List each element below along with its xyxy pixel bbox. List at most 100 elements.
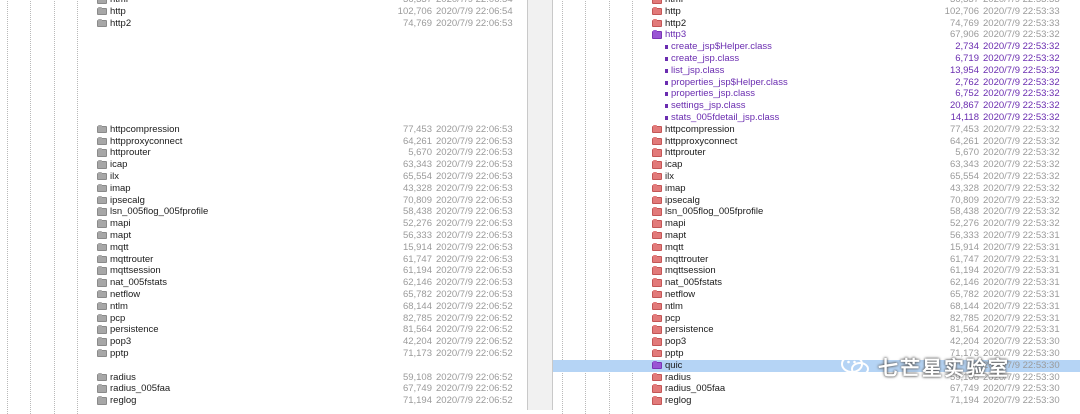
item-name: pptp xyxy=(110,347,129,359)
folder-row[interactable]: mqttsession 61,194 2020/7/9 22:53:31 xyxy=(553,265,1080,277)
folder-row[interactable]: httpproxyconnect 64,261 2020/7/9 22:53:32 xyxy=(553,136,1080,148)
folder-row[interactable]: radius_005faa 67,749 2020/7/9 22:53:30 xyxy=(553,383,1080,395)
folder-row[interactable]: httprouter 5,670 2020/7/9 22:53:32 xyxy=(553,147,1080,159)
item-size: 77,453 xyxy=(402,123,432,135)
folder-row[interactable]: radius_005faa 67,749 2020/7/9 22:06:52 xyxy=(0,383,527,395)
item-date: 2020/7/9 22:53:32 xyxy=(983,88,1060,100)
folder-row[interactable]: mqtt 15,914 2020/7/9 22:53:31 xyxy=(553,242,1080,254)
item-date: 2020/7/9 22:53:31 xyxy=(983,253,1060,265)
item-size: 59,108 xyxy=(402,371,432,383)
folder-row[interactable]: ipsecalg 70,809 2020/7/9 22:06:53 xyxy=(0,195,527,207)
folder-row[interactable]: pcp 82,785 2020/7/9 22:06:52 xyxy=(0,313,527,325)
folder-row[interactable]: mqtt 15,914 2020/7/9 22:06:53 xyxy=(0,242,527,254)
item-name: icap xyxy=(110,159,128,171)
item-date: 2020/7/9 22:06:53 xyxy=(436,253,513,265)
folder-icon xyxy=(97,348,107,358)
folder-row[interactable]: nat_005fstats 62,146 2020/7/9 22:06:53 xyxy=(0,277,527,289)
folder-row[interactable]: netflow 65,782 2020/7/9 22:06:53 xyxy=(0,289,527,301)
folder-row[interactable]: httpproxyconnect 64,261 2020/7/9 22:06:53 xyxy=(0,136,527,148)
folder-row[interactable]: persistence 81,564 2020/7/9 22:06:52 xyxy=(0,324,527,336)
pane-divider[interactable] xyxy=(527,0,553,410)
item-size: 42,204 xyxy=(949,336,979,348)
folder-row[interactable]: ipsecalg 70,809 2020/7/9 22:53:32 xyxy=(553,195,1080,207)
item-size: 43,328 xyxy=(402,182,432,194)
folder-row[interactable]: imap 43,328 2020/7/9 22:06:53 xyxy=(0,183,527,195)
folder-row[interactable]: pop3 42,204 2020/7/9 22:06:52 xyxy=(0,336,527,348)
item-size: 74,769 xyxy=(949,17,979,29)
folder-row[interactable]: http3 67,906 2020/7/9 22:53:32 xyxy=(553,29,1080,41)
folder-row[interactable]: icap 63,343 2020/7/9 22:06:53 xyxy=(0,159,527,171)
folder-row[interactable]: http2 74,769 2020/7/9 22:53:33 xyxy=(553,18,1080,30)
folder-row[interactable]: reglog 71,194 2020/7/9 22:53:30 xyxy=(553,395,1080,407)
file-row[interactable]: create_jsp.class 6,719 2020/7/9 22:53:32 xyxy=(553,53,1080,65)
folder-icon xyxy=(652,360,662,370)
file-row[interactable]: properties_jsp$Helper.class 2,762 2020/7/9… xyxy=(553,77,1080,89)
item-name: properties_jsp$Helper.class xyxy=(671,76,788,88)
empty-row xyxy=(0,88,527,100)
folder-row[interactable]: mqttrouter 61,747 2020/7/9 22:06:53 xyxy=(0,254,527,266)
folder-row[interactable]: http 102,706 2020/7/9 22:06:54 xyxy=(0,6,527,18)
folder-row[interactable]: httprouter 5,670 2020/7/9 22:06:53 xyxy=(0,147,527,159)
folder-row[interactable]: imap 43,328 2020/7/9 22:53:32 xyxy=(553,183,1080,195)
item-date: 2020/7/9 22:53:31 xyxy=(983,229,1060,241)
folder-row[interactable]: mapi 52,276 2020/7/9 22:06:53 xyxy=(0,218,527,230)
folder-row[interactable]: reglog 71,194 2020/7/9 22:06:52 xyxy=(0,395,527,407)
item-name: stats_005fdetail_jsp.class xyxy=(671,111,780,123)
folder-row[interactable]: mqttrouter 61,747 2020/7/9 22:53:31 xyxy=(553,254,1080,266)
folder-icon xyxy=(652,337,662,346)
item-name: lsn_005flog_005fprofile xyxy=(110,206,209,218)
folder-row[interactable]: mapt 56,333 2020/7/9 22:06:53 xyxy=(0,230,527,242)
folder-row[interactable]: httpcompression 77,453 2020/7/9 22:06:53 xyxy=(0,124,527,136)
item-date: 2020/7/9 22:06:52 xyxy=(436,300,513,312)
item-size: 77,453 xyxy=(949,123,979,135)
item-name: httpproxyconnect xyxy=(665,135,738,147)
folder-row[interactable]: mqttsession 61,194 2020/7/9 22:06:53 xyxy=(0,265,527,277)
watermark-text: 七芒星实验室 xyxy=(878,357,1010,380)
file-row[interactable]: settings_jsp.class 20,867 2020/7/9 22:53:3… xyxy=(553,100,1080,112)
file-row[interactable]: properties_jsp.class 6,752 2020/7/9 22:53:… xyxy=(553,88,1080,100)
item-size: 6,719 xyxy=(955,52,979,64)
folder-row[interactable]: lsn_005flog_005fprofile 58,438 2020/7/9 22… xyxy=(553,206,1080,218)
item-name: nat_005fstats xyxy=(665,277,723,289)
item-size: 13,954 xyxy=(949,64,979,76)
item-name: mapt xyxy=(665,229,687,241)
folder-row[interactable]: mapi 52,276 2020/7/9 22:53:32 xyxy=(553,218,1080,230)
folder-row[interactable]: pptp 71,173 2020/7/9 22:06:52 xyxy=(0,348,527,360)
folder-row[interactable]: nat_005fstats 62,146 2020/7/9 22:53:31 xyxy=(553,277,1080,289)
item-size: 14,118 xyxy=(950,111,979,123)
folder-row[interactable]: http 102,706 2020/7/9 22:53:33 xyxy=(553,6,1080,18)
item-size: 70,809 xyxy=(949,194,979,206)
folder-icon xyxy=(652,242,662,252)
left-file-pane[interactable]: html36,3372020/7/9 22:06:54http102,70620… xyxy=(0,0,527,414)
item-name: mqtt xyxy=(110,241,129,253)
folder-row[interactable]: persistence 81,564 2020/7/9 22:53:31 xyxy=(553,324,1080,336)
folder-row[interactable]: ntlm 68,144 2020/7/9 22:06:52 xyxy=(0,301,527,313)
folder-row[interactable]: mapt 56,333 2020/7/9 22:53:31 xyxy=(553,230,1080,242)
folder-row[interactable]: netflow 65,782 2020/7/9 22:53:31 xyxy=(553,289,1080,301)
folder-row[interactable]: httpcompression 77,453 2020/7/9 22:53:32 xyxy=(553,124,1080,136)
class-file-icon xyxy=(665,92,668,97)
folder-row[interactable]: ntlm 68,144 2020/7/9 22:53:31 xyxy=(553,301,1080,313)
class-file-icon xyxy=(665,115,668,120)
folder-row[interactable]: ilx 65,554 2020/7/9 22:06:53 xyxy=(0,171,527,183)
right-file-list: html36,3372020/7/9 22:53:33http102,70620… xyxy=(553,0,1080,407)
folder-row[interactable]: pop3 42,204 2020/7/9 22:53:30 xyxy=(553,336,1080,348)
folder-row[interactable]: pcp 82,785 2020/7/9 22:53:31 xyxy=(553,313,1080,325)
file-row[interactable]: stats_005fdetail_jsp.class 14,118 2020/7/9… xyxy=(553,112,1080,124)
file-row[interactable]: create_jsp$Helper.class 2,734 2020/7/9 22:… xyxy=(553,41,1080,53)
item-size: 58,438 xyxy=(949,206,979,218)
folder-row[interactable]: ilx 65,554 2020/7/9 22:53:32 xyxy=(553,171,1080,183)
folder-row[interactable]: icap 63,343 2020/7/9 22:53:32 xyxy=(553,159,1080,171)
folder-row[interactable]: lsn_005flog_005fprofile 58,438 2020/7/9 22… xyxy=(0,206,527,218)
folder-icon xyxy=(652,0,662,4)
folder-icon xyxy=(97,254,107,264)
folder-row[interactable]: radius 59,108 2020/7/9 22:06:52 xyxy=(0,372,527,384)
item-name: create_jsp$Helper.class xyxy=(671,41,772,53)
item-date: 2020/7/9 22:06:53 xyxy=(436,147,513,159)
item-size: 102,706 xyxy=(944,5,979,17)
file-row[interactable]: list_jsp.class 13,954 2020/7/9 22:53:32 xyxy=(553,65,1080,77)
folder-row[interactable]: http2 74,769 2020/7/9 22:06:53 xyxy=(0,18,527,30)
item-name: lsn_005flog_005fprofile xyxy=(665,206,764,218)
item-name: ipsecalg xyxy=(110,194,145,206)
item-date: 2020/7/9 22:06:52 xyxy=(436,395,513,407)
